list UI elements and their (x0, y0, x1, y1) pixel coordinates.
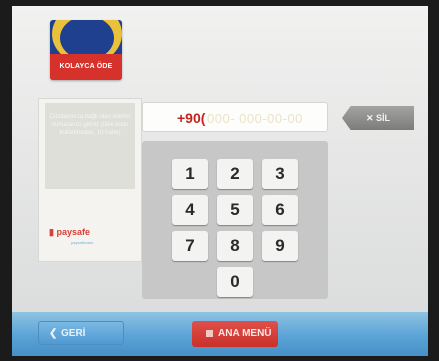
key-5[interactable]: 5 (217, 195, 253, 225)
chevron-left-icon: ❮ (49, 328, 58, 339)
instruction-text: Cüzdanınıza bağlı olan telefon numaranız… (45, 103, 135, 189)
back-button-label: GERİ (61, 328, 86, 339)
info-panel: Cüzdanınıza bağlı olan telefon numaranız… (38, 98, 142, 262)
key-1[interactable]: 1 (172, 159, 208, 189)
paysafe-logo-text: paysafe (56, 227, 90, 237)
paysafe-logo: ▮ paysafe (49, 227, 90, 238)
kolayca-ode-logo: KOLAYCA ÖDE (50, 20, 122, 80)
phone-placeholder: 000- 000-00-00 (207, 111, 303, 126)
key-0[interactable]: 0 (217, 267, 253, 297)
numeric-keypad: 1 2 3 4 5 6 7 8 9 0 (142, 141, 328, 299)
phone-number-input[interactable]: +90( 000- 000-00-00 (142, 102, 328, 132)
paysafe-card-icon: ▮ (49, 227, 54, 237)
key-8[interactable]: 8 (217, 231, 253, 261)
key-2[interactable]: 2 (217, 159, 253, 189)
paysafe-tagline: paysafecash (71, 240, 94, 245)
main-menu-label: ANA MENÜ (218, 328, 272, 339)
key-3[interactable]: 3 (262, 159, 298, 189)
country-code-prefix: +90( (177, 110, 206, 126)
key-4[interactable]: 4 (172, 195, 208, 225)
clear-button[interactable]: ✕ SİL (342, 106, 414, 130)
back-button[interactable]: ❮ GERİ (38, 321, 124, 345)
key-9[interactable]: 9 (262, 231, 298, 261)
menu-square-icon (206, 330, 213, 337)
key-6[interactable]: 6 (262, 195, 298, 225)
key-7[interactable]: 7 (172, 231, 208, 261)
kiosk-screen: KOLAYCA ÖDE Cüzdanınıza bağlı olan telef… (12, 6, 428, 356)
main-menu-button[interactable]: ANA MENÜ (192, 321, 278, 347)
logo-text: KOLAYCA ÖDE (50, 54, 122, 80)
